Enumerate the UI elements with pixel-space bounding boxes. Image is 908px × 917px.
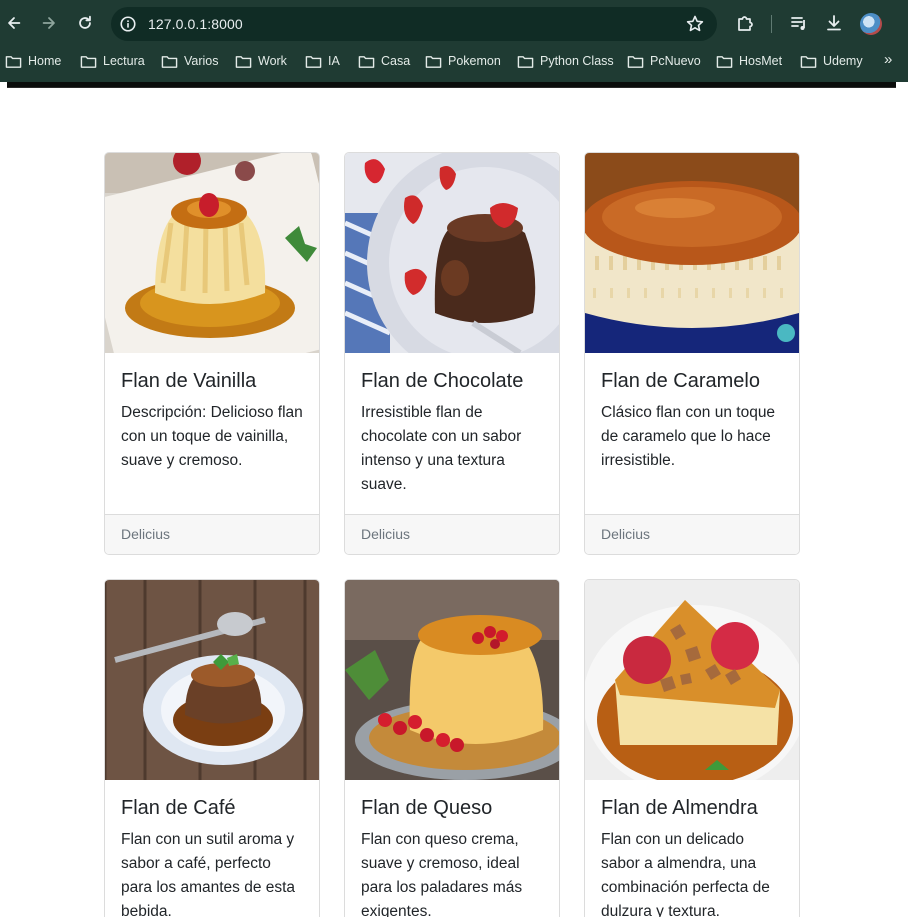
folder-icon [716, 55, 733, 68]
card-image [105, 153, 319, 353]
extensions-button[interactable] [734, 12, 756, 34]
bookmark-star-icon[interactable] [685, 14, 705, 34]
browser-chrome: 127.0.0.1:8000 Home Lectura Varios Work … [0, 0, 908, 82]
url-text[interactable]: 127.0.0.1:8000 [148, 16, 243, 32]
folder-icon [800, 55, 817, 68]
reload-icon [79, 15, 91, 29]
bookmark-hosmet[interactable]: HosMet [716, 52, 782, 70]
almond-flan-photo [585, 580, 799, 780]
folder-icon [517, 55, 534, 68]
more-bookmarks-chevron-icon[interactable]: » [884, 51, 892, 68]
forward-button[interactable] [35, 9, 63, 37]
bookmark-udemy[interactable]: Udemy [800, 52, 863, 70]
card-flan-almendra: Flan de Almendra Flan con un delicado sa… [584, 579, 800, 917]
arrow-right-icon [42, 17, 55, 29]
card-title: Flan de Queso [361, 797, 493, 819]
folder-icon [358, 55, 375, 68]
card-flan-chocolate: Flan de Chocolate Irresistible flan de c… [344, 152, 560, 555]
card-image [585, 580, 799, 780]
bookmark-home[interactable]: Home [5, 52, 61, 70]
card-text: Flan con un delicado sabor a almendra, u… [601, 831, 770, 917]
card-flan-vainilla: Flan de Vainilla Descripción: Delicioso … [104, 152, 320, 555]
playlist-icon [791, 17, 805, 30]
bookmark-lectura[interactable]: Lectura [80, 52, 145, 70]
hero-image-edge [7, 82, 896, 88]
downloads-button[interactable] [823, 12, 845, 34]
caramel-flan-photo [585, 153, 799, 353]
card-text: Flan con queso crema, suave y cremoso, i… [361, 831, 523, 917]
bookmark-ia[interactable]: IA [305, 52, 340, 70]
media-button[interactable] [788, 12, 810, 34]
folder-icon [235, 55, 252, 68]
bookmark-python-class[interactable]: Python Class [517, 52, 614, 70]
card-image [345, 153, 559, 353]
card-image [345, 580, 559, 780]
coffee-flan-photo [105, 580, 319, 780]
card-body: Flan de Caramelo Clásico flan con un toq… [585, 353, 799, 473]
card-flan-caramelo: Flan de Caramelo Clásico flan con un toq… [584, 152, 800, 555]
card-text: Flan con un sutil aroma y sabor a café, … [121, 831, 296, 917]
card-title: Flan de Almendra [601, 797, 758, 819]
folder-icon [305, 55, 322, 68]
card-image [585, 153, 799, 353]
card-body: Flan de Chocolate Irresistible flan de c… [345, 353, 559, 497]
reload-button[interactable] [71, 9, 99, 37]
card-flan-cafe: Flan de Café Flan con un sutil aroma y s… [104, 579, 320, 917]
card-title: Flan de Chocolate [361, 370, 524, 392]
folder-icon [627, 55, 644, 68]
bookmark-pokemon[interactable]: Pokemon [425, 52, 501, 70]
profile-avatar[interactable] [860, 13, 882, 35]
vanilla-flan-photo [105, 153, 319, 353]
card-text: Clásico flan con un toque de caramelo qu… [601, 404, 776, 469]
folder-icon [5, 55, 22, 68]
card-footer: Delicius [105, 514, 319, 554]
card-text: Descripción: Delicioso flan con un toque… [121, 404, 303, 469]
chocolate-flan-photo [345, 153, 559, 353]
arrow-left-icon [8, 17, 21, 29]
card-footer: Delicius [345, 514, 559, 554]
card-title: Flan de Vainilla [121, 370, 257, 392]
folder-icon [161, 55, 178, 68]
address-bar[interactable]: 127.0.0.1:8000 [111, 7, 717, 41]
toolbar-separator [771, 15, 772, 33]
bookmark-varios[interactable]: Varios [161, 52, 219, 70]
card-flan-queso: Flan de Queso Flan con queso crema, suav… [344, 579, 560, 917]
card-body: Flan de Almendra Flan con un delicado sa… [585, 780, 799, 917]
card-footer: Delicius [585, 514, 799, 554]
back-button[interactable] [0, 9, 28, 37]
card-body: Flan de Vainilla Descripción: Delicioso … [105, 353, 319, 473]
bookmarks-bar: Home Lectura Varios Work IA Casa Pokemon [0, 46, 908, 76]
bookmark-work[interactable]: Work [235, 52, 287, 70]
puzzle-icon [738, 16, 753, 31]
card-body: Flan de Café Flan con un sutil aroma y s… [105, 780, 319, 917]
card-title: Flan de Café [121, 797, 236, 819]
folder-icon [80, 55, 97, 68]
browser-toolbar: 127.0.0.1:8000 [0, 0, 908, 46]
info-icon[interactable] [119, 15, 137, 33]
download-icon [827, 15, 841, 31]
cheese-flan-photo [345, 580, 559, 780]
bookmark-casa[interactable]: Casa [358, 52, 410, 70]
card-body: Flan de Queso Flan con queso crema, suav… [345, 780, 559, 917]
card-image [105, 580, 319, 780]
folder-icon [425, 55, 442, 68]
bookmark-pcnuevo[interactable]: PcNuevo [627, 52, 701, 70]
card-text: Irresistible flan de chocolate con un sa… [361, 404, 522, 493]
card-title: Flan de Caramelo [601, 370, 760, 392]
